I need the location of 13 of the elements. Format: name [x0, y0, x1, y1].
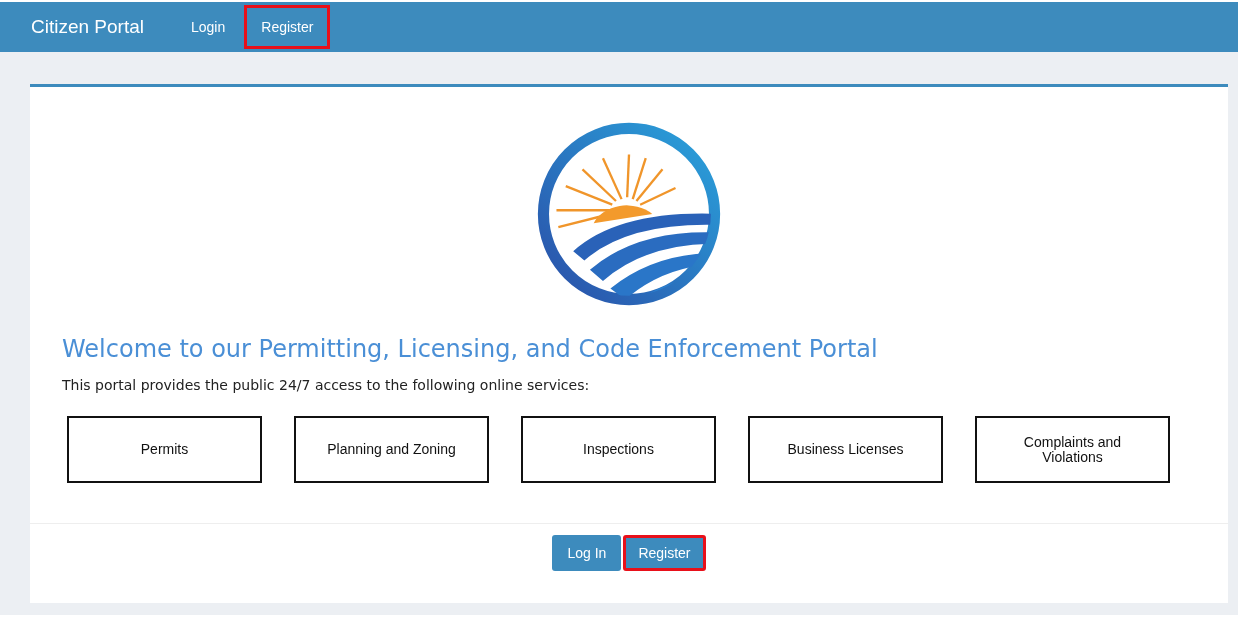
- intro-text: This portal provides the public 24/7 access to the following online services:: [62, 377, 591, 393]
- brand-title[interactable]: Citizen Portal: [31, 16, 144, 38]
- service-tile[interactable]: Permits: [67, 416, 262, 483]
- service-tile[interactable]: Planning and Zoning: [294, 416, 489, 483]
- sun-over-fields-logo-icon: [536, 121, 722, 307]
- service-tile[interactable]: Business Licenses: [748, 416, 943, 483]
- service-tile[interactable]: Inspections: [521, 416, 716, 483]
- service-tile[interactable]: Complaints and Violations: [975, 416, 1170, 483]
- action-button[interactable]: Log In: [552, 535, 622, 571]
- nav-link[interactable]: Register: [244, 5, 331, 49]
- action-button[interactable]: Register: [623, 535, 706, 571]
- welcome-heading: Welcome to our Permitting, Licensing, and Code Enforcement Portal: [62, 335, 879, 363]
- nav-link[interactable]: Login: [174, 5, 243, 49]
